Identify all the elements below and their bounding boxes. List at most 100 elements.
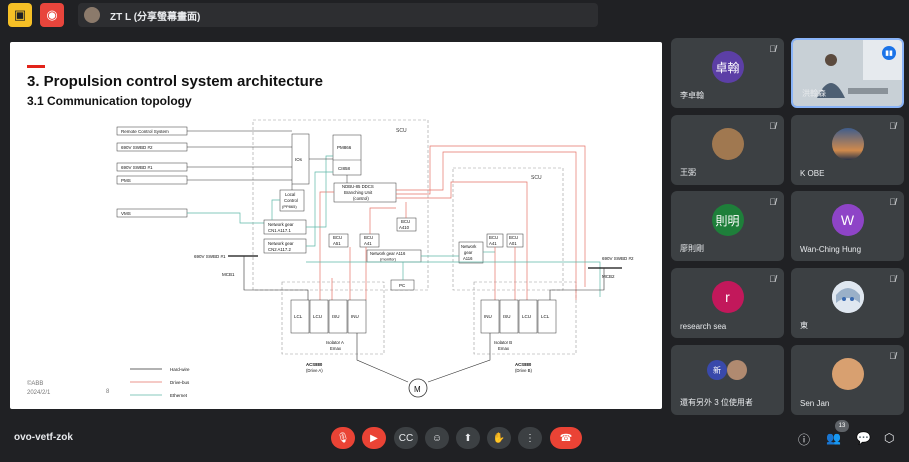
- svg-text:Remote Control System: Remote Control System: [121, 129, 169, 134]
- avatar: [711, 128, 744, 160]
- mcb1-label: MCB1: [222, 272, 235, 277]
- svg-text:A410: A410: [399, 225, 410, 230]
- leave-call-button[interactable]: ☎: [550, 427, 582, 449]
- svg-text:BCU: BCU: [333, 235, 342, 240]
- captions-button[interactable]: CC: [394, 427, 418, 449]
- participant-tile[interactable]: W 🎙̸ Wan-Ching Hung: [791, 191, 904, 261]
- recording-icon[interactable]: ◉: [40, 3, 64, 27]
- info-icon[interactable]: ⓘ: [798, 431, 810, 448]
- svg-text:INU: INU: [351, 314, 359, 319]
- svg-text:A01: A01: [509, 241, 517, 246]
- svg-text:A41: A41: [489, 241, 497, 246]
- mic-off-icon: 🎙̸: [889, 351, 896, 361]
- svg-text:Network gear: Network gear: [268, 241, 294, 246]
- participant-name: Wan-Ching Hung: [800, 245, 862, 254]
- anime-avatar-icon: [831, 281, 864, 313]
- svg-text:Network: Network: [461, 244, 477, 249]
- svg-text:LCL: LCL: [541, 314, 550, 319]
- mcb2-label: MCB2: [602, 274, 615, 279]
- svg-text:ISU: ISU: [503, 314, 511, 319]
- svg-text:Network gear: Network gear: [268, 222, 294, 227]
- others-tile[interactable]: 新 還有另外 3 位使用者: [671, 345, 784, 415]
- avatar: 新: [707, 360, 727, 380]
- svg-text:(control): (control): [353, 196, 369, 201]
- svg-text:BCU: BCU: [364, 235, 373, 240]
- participant-name: 東: [800, 321, 808, 330]
- mic-toggle-button[interactable]: 🎙: [331, 427, 355, 449]
- avatar: 卓翰: [711, 51, 744, 83]
- acs-a-label: ACS880: [306, 362, 323, 367]
- left-inputs: Remote Control System 690V SWBD #2 690V …: [116, 126, 188, 218]
- top-bar: ▣ ◉ ZT L (分享螢幕畫面): [0, 0, 909, 30]
- more-options-button[interactable]: ⋮: [518, 427, 542, 449]
- avatar: 則明: [711, 204, 744, 236]
- swbd-left-label: 690V SWBD #1: [194, 254, 226, 259]
- svg-text:INU: INU: [484, 314, 492, 319]
- participant-tile[interactable]: r 🎙̸ research sea: [671, 268, 784, 338]
- svg-text:LCL: LCL: [294, 314, 303, 319]
- present-button[interactable]: ⬆: [456, 427, 480, 449]
- svg-text:690V SWBD #1: 690V SWBD #1: [121, 165, 153, 170]
- participant-name: K OBE: [800, 169, 825, 178]
- participant-tile-active[interactable]: ▮▮ 洪翰森: [791, 38, 904, 108]
- svg-text:NDBU-85 DDCS: NDBU-85 DDCS: [342, 184, 374, 189]
- participant-tile[interactable]: 🎙̸ 東: [791, 268, 904, 338]
- presenter-label: ZT L (分享螢幕畫面): [110, 11, 201, 23]
- more-vert-icon: ⋮: [525, 432, 535, 444]
- participant-tile[interactable]: 則明 🎙̸ 廖則剛: [671, 191, 784, 261]
- svg-text:Branching Unit: Branching Unit: [344, 190, 373, 195]
- svg-text:CI858: CI858: [338, 166, 351, 171]
- mic-off-icon: 🎙̸: [769, 121, 776, 131]
- mic-off-icon: 🎙̸: [769, 197, 776, 207]
- svg-text:Hard-wire: Hard-wire: [170, 367, 190, 372]
- mic-off-icon: 🎙: [336, 432, 350, 444]
- meeting-code: ovo-vetf-zok: [14, 432, 73, 443]
- svg-text:(monitor): (monitor): [380, 257, 397, 262]
- participant-tile[interactable]: 卓翰 🎙̸ 李卓翰: [671, 38, 784, 108]
- presentation-icon[interactable]: ▣: [8, 3, 32, 27]
- svg-text:(Drive B): (Drive B): [515, 368, 533, 373]
- raise-hand-button[interactable]: ✋: [487, 427, 511, 449]
- participant-name: 李卓翰: [680, 91, 704, 100]
- svg-text:BCU: BCU: [509, 235, 518, 240]
- shared-screen: 3. Propulsion control system architectur…: [10, 42, 662, 409]
- svg-text:LCU: LCU: [522, 314, 531, 319]
- mic-off-icon: 🎙̸: [769, 44, 776, 54]
- chat-icon[interactable]: 💬: [856, 431, 871, 445]
- scu2-label: SCU: [531, 175, 542, 181]
- avatar: r: [711, 281, 744, 313]
- svg-text:Emax: Emax: [498, 346, 510, 351]
- participant-name: 洪翰森: [802, 89, 826, 98]
- participant-tile[interactable]: 🎙̸ K OBE: [791, 115, 904, 185]
- reactions-button[interactable]: ☺: [425, 427, 449, 449]
- presenter-chip[interactable]: ZT L (分享螢幕畫面): [78, 3, 598, 27]
- hand-icon: ✋: [492, 432, 506, 444]
- svg-text:CN2 A117.2: CN2 A117.2: [268, 247, 291, 252]
- captions-icon: CC: [398, 432, 414, 444]
- mic-off-icon: 🎙̸: [889, 197, 896, 207]
- camera-toggle-button[interactable]: ▶: [362, 427, 386, 449]
- participant-name: 王弼: [680, 168, 696, 177]
- present-screen-icon: ⬆: [463, 432, 473, 444]
- svg-text:Network gear A116: Network gear A116: [370, 251, 406, 256]
- participant-tile[interactable]: 🎙̸ Sen Jan: [791, 345, 904, 415]
- svg-text:Control: Control: [284, 198, 298, 203]
- mic-off-icon: 🎙̸: [889, 274, 896, 284]
- participant-name: Sen Jan: [800, 399, 830, 408]
- activities-icon[interactable]: ⬡: [884, 431, 894, 445]
- svg-text:PMS: PMS: [121, 178, 131, 183]
- speaking-indicator-icon: ▮▮: [882, 46, 896, 60]
- slide-page-number: 8: [106, 389, 110, 395]
- svg-text:A41: A41: [364, 241, 372, 246]
- svg-text:Local: Local: [285, 192, 295, 197]
- people-icon[interactable]: 👥: [826, 431, 841, 445]
- svg-text:ISU: ISU: [332, 314, 340, 319]
- presenter-avatar: [84, 7, 100, 23]
- scu-label: SCU: [396, 128, 407, 134]
- svg-text:A116: A116: [463, 256, 473, 261]
- svg-text:Ethernet: Ethernet: [170, 393, 188, 398]
- participant-tile[interactable]: 🎙̸ 王弼: [671, 115, 784, 185]
- svg-text:Drive-bus: Drive-bus: [170, 380, 190, 385]
- svg-text:gear: gear: [464, 250, 473, 255]
- participant-count-badge: 13: [835, 420, 849, 432]
